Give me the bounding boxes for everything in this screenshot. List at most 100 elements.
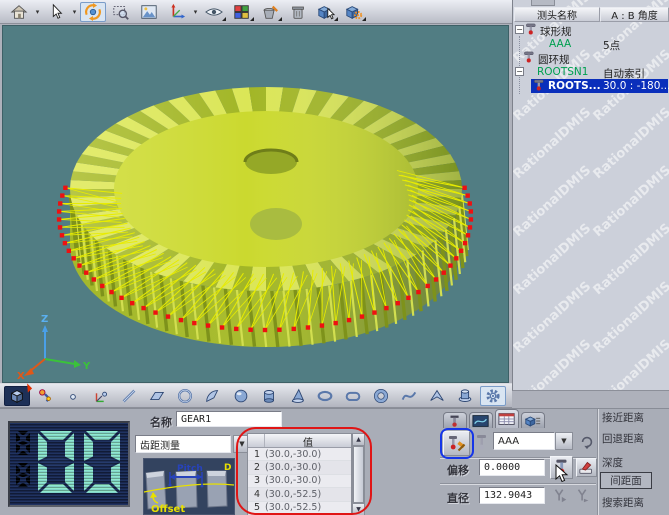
- value-list-value-column[interactable]: 值: [265, 434, 351, 447]
- tree-expander-icon[interactable]: −: [515, 25, 524, 34]
- flyout-corner-icon: [362, 17, 366, 21]
- point-button[interactable]: [60, 386, 86, 406]
- curve-button[interactable]: [396, 386, 422, 406]
- slot-button[interactable]: [340, 386, 366, 406]
- row-index: 5: [248, 502, 260, 513]
- value-list-row[interactable]: 2(30.0,-30.0): [248, 461, 351, 474]
- pitch-illustration: Pitch D Offset: [143, 458, 235, 515]
- mouse-cursor: [555, 464, 571, 484]
- settings-cube-button[interactable]: [341, 2, 367, 22]
- sphere-button[interactable]: [228, 386, 254, 406]
- rotate-view-button[interactable]: [80, 2, 106, 22]
- tree-row[interactable]: −球形规: [513, 23, 669, 37]
- cylinder-icon: [259, 387, 279, 405]
- render-tools-button[interactable]: [257, 2, 283, 22]
- name-label: 名称: [150, 414, 172, 430]
- row-index: 1: [248, 449, 260, 460]
- pitch-label: Pitch: [177, 464, 203, 474]
- depth-label: 深度: [602, 455, 623, 470]
- tree-header-ab-angle[interactable]: A : B 角度: [600, 7, 669, 22]
- tree-item-label[interactable]: ROOTSN1: [537, 66, 588, 78]
- value-list-header[interactable]: 值: [248, 434, 351, 448]
- scrollbar-thumb[interactable]: [353, 446, 364, 503]
- torus-button[interactable]: [368, 386, 394, 406]
- delete-button[interactable]: [285, 2, 311, 22]
- curve-icon: [399, 387, 419, 405]
- probe-hammer-button[interactable]: [443, 431, 470, 456]
- probe-tab[interactable]: [443, 412, 467, 428]
- home-button[interactable]: [6, 2, 32, 22]
- color-palette-button[interactable]: [229, 2, 255, 22]
- axes-dropdown-caret[interactable]: ▾: [191, 3, 200, 21]
- arc-button[interactable]: [200, 386, 226, 406]
- value-list-row[interactable]: 5 (30.0,-52.5): [248, 502, 351, 515]
- cone-button[interactable]: [284, 386, 310, 406]
- step-cylinder-button[interactable]: [452, 386, 478, 406]
- zoom-window-icon: [111, 3, 131, 21]
- cube-view-button[interactable]: [4, 386, 30, 406]
- view-eye-button[interactable]: [201, 2, 227, 22]
- probe-select-dropdown-arrow[interactable]: ▼: [555, 432, 573, 450]
- cylinder-button[interactable]: [256, 386, 282, 406]
- row-value: (30.0,-52.5): [265, 502, 321, 513]
- scroll-up-icon[interactable]: ▲: [353, 434, 364, 446]
- tree-header-probe-name[interactable]: 测头名称: [514, 7, 600, 22]
- refresh-button[interactable]: [577, 432, 596, 451]
- spacing-face-button[interactable]: 间距面: [600, 472, 652, 489]
- probe-icon: [523, 51, 536, 64]
- gear-model[interactable]: ZYX: [3, 26, 508, 382]
- approach-distance-label: 接近距离: [602, 410, 644, 425]
- axis-point-button[interactable]: [88, 386, 114, 406]
- probe-hammer-icon: [446, 434, 468, 454]
- tree-item-label[interactable]: AAA: [549, 38, 571, 50]
- probe-robot-icon: [35, 387, 55, 405]
- gear-button[interactable]: [480, 386, 506, 406]
- offset-input[interactable]: 0.0000: [479, 459, 545, 476]
- report-tab[interactable]: [521, 412, 545, 428]
- fit-view-button[interactable]: [136, 2, 162, 22]
- app-window: ▾▾▾ ZYX RationalDMISRationalDMISRational…: [0, 0, 669, 515]
- 3d-viewport[interactable]: ZYX: [2, 25, 509, 383]
- table-tab[interactable]: [495, 409, 519, 428]
- axes-button[interactable]: [164, 2, 190, 22]
- circle-button[interactable]: [172, 386, 198, 406]
- display-scanlines: [10, 423, 128, 505]
- slot-icon: [343, 387, 363, 405]
- edit-button[interactable]: [576, 458, 597, 477]
- probe-select[interactable]: AAA: [493, 432, 555, 450]
- plane-button[interactable]: [144, 386, 170, 406]
- zoom-window-button[interactable]: [108, 2, 134, 22]
- tree-row[interactable]: AAA5点: [513, 37, 669, 51]
- circular-arrow-icon: [579, 434, 595, 450]
- line-button[interactable]: [116, 386, 142, 406]
- scroll-down-icon[interactable]: ▼: [353, 503, 364, 515]
- pick-cube-button[interactable]: [313, 2, 339, 22]
- value-list-scrollbar[interactable]: ▲ ▼: [352, 433, 365, 515]
- ellipse-button[interactable]: [312, 386, 338, 406]
- measure-mode-select[interactable]: 齿距测量: [135, 435, 231, 453]
- home-dropdown-caret[interactable]: ▾: [33, 3, 42, 21]
- bottom-panel: 名称 GEAR1 齿距测量 ▼: [0, 408, 669, 515]
- select-cursor-dropdown-caret[interactable]: ▾: [70, 3, 79, 21]
- probe-robot-button[interactable]: [32, 386, 58, 406]
- tree-item-label[interactable]: ROOTS...: [548, 80, 601, 92]
- tree-row[interactable]: −ROOTSN1自动索引: [513, 65, 669, 79]
- value-list-row[interactable]: 1 (30.0,-30.0): [248, 448, 351, 461]
- point-icon: [63, 387, 83, 405]
- axis-point-icon: [91, 387, 111, 405]
- flyout-corner-icon: [250, 17, 254, 21]
- diameter-input[interactable]: 132.9043: [479, 487, 545, 504]
- name-input[interactable]: GEAR1: [176, 411, 282, 427]
- tree-row[interactable]: ROOTS...30.0 : -180...: [513, 79, 669, 93]
- sphere-icon: [231, 387, 251, 405]
- value-list-row[interactable]: 4(30.0,-52.5): [248, 488, 351, 501]
- row-value: (30.0,-30.0): [265, 449, 321, 460]
- tree-expander-icon[interactable]: −: [515, 67, 524, 76]
- tree-row[interactable]: 圆环规: [513, 51, 669, 65]
- wedge-button[interactable]: [424, 386, 450, 406]
- gear-icon: [483, 387, 503, 405]
- graphics-tab[interactable]: [469, 412, 493, 428]
- value-list-row[interactable]: 3(30.0,-30.0): [248, 475, 351, 488]
- ellipse-icon: [315, 387, 335, 405]
- select-cursor-button[interactable]: [43, 2, 69, 22]
